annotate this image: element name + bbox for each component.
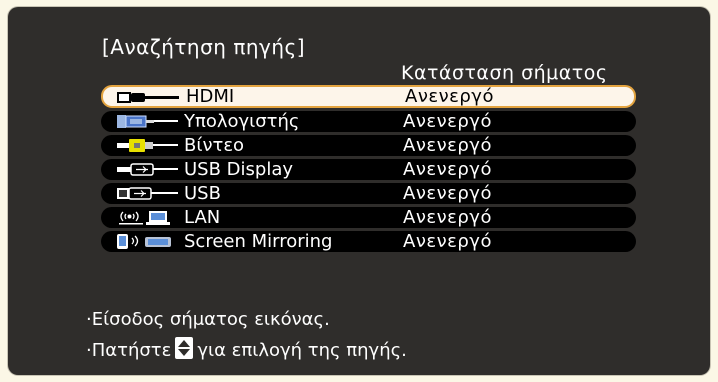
source-label: HDMI <box>186 86 235 107</box>
video-icon <box>117 139 178 152</box>
usb-display-icon <box>117 163 178 176</box>
lan-icon <box>119 211 170 225</box>
source-label: Screen Mirroring <box>184 231 333 252</box>
status-column-header: Κατάσταση σήματος <box>401 62 608 84</box>
source-row-computer[interactable]: Υπολογιστής Ανενεργό <box>101 111 636 132</box>
source-row-usb-display[interactable]: USB Display Ανενεργό <box>101 159 636 180</box>
source-status: Ανενεργό <box>403 183 492 204</box>
source-row-video[interactable]: Βίντεο Ανενεργό <box>101 135 636 156</box>
hint-select-text: για επιλογή της πηγής. <box>197 340 407 361</box>
source-search-screen: [Αναζήτηση πηγής] Κατάσταση σήματος HDMI… <box>8 7 710 375</box>
source-status: Ανενεργό <box>403 135 492 156</box>
usb-icon <box>117 187 178 200</box>
source-label: Βίντεο <box>184 135 245 156</box>
hint-select-source: ·Πατήστε για επιλογή της πηγής. <box>86 337 407 361</box>
source-status: Ανενεργό <box>405 86 494 107</box>
source-status: Ανενεργό <box>403 159 492 180</box>
computer-icon <box>117 115 178 128</box>
hdmi-icon <box>117 92 179 103</box>
source-label: USB <box>184 183 221 204</box>
screen-mirroring-icon <box>117 234 171 249</box>
source-status: Ανενεργό <box>403 231 492 252</box>
source-status: Ανενεργό <box>403 207 492 228</box>
source-status: Ανενεργό <box>403 111 492 132</box>
hint-signal-input: ·Είσοδος σήματος εικόνας. <box>86 309 330 330</box>
source-label: Υπολογιστής <box>184 111 300 132</box>
dialog-title: [Αναζήτηση πηγής] <box>102 35 306 59</box>
source-row-usb[interactable]: USB Ανενεργό <box>101 183 636 204</box>
source-label: USB Display <box>184 159 294 180</box>
source-row-screen-mirroring[interactable]: Screen Mirroring Ανενεργό <box>101 231 636 252</box>
hint-press: ·Πατήστε <box>86 340 172 361</box>
up-down-arrows-icon <box>175 337 194 359</box>
source-label: LAN <box>184 207 221 228</box>
source-row-lan[interactable]: LAN Ανενεργό <box>101 207 636 228</box>
source-row-hdmi[interactable]: HDMI Ανενεργό <box>101 85 636 108</box>
